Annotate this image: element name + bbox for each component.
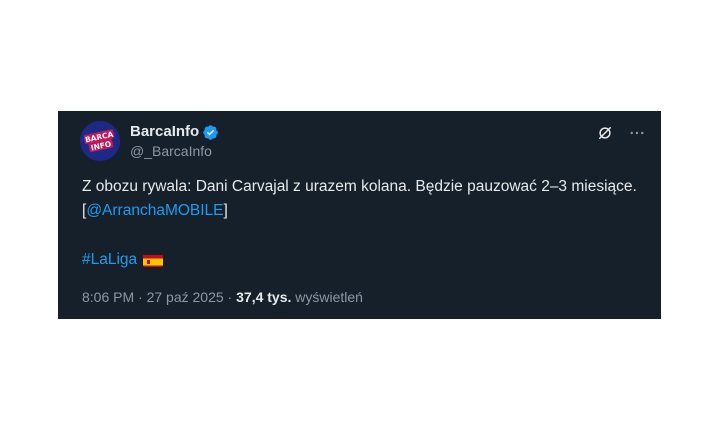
name-row: BarcaInfo bbox=[130, 123, 219, 141]
author-display-name[interactable]: BarcaInfo bbox=[130, 123, 199, 141]
spain-flag-icon bbox=[143, 253, 164, 267]
tweet-card[interactable]: BARCA INFO BarcaInfo @_BarcaInfo Z obozu… bbox=[58, 111, 661, 319]
author-handle[interactable]: @_BarcaInfo bbox=[130, 142, 219, 160]
tweet-header: BARCA INFO BarcaInfo @_BarcaInfo bbox=[80, 121, 647, 165]
barca-info-logo-icon: BARCA INFO bbox=[80, 121, 120, 161]
hashtag-link[interactable]: #LaLiga bbox=[82, 248, 137, 272]
tweet-text: Z obozu rywala: Dani Carvajal z urazem k… bbox=[82, 175, 642, 223]
grok-icon[interactable] bbox=[595, 123, 615, 143]
header-actions bbox=[595, 123, 647, 143]
tweet-time[interactable]: 8:06 PM bbox=[82, 289, 134, 305]
tweet-date[interactable]: 27 paź 2025 bbox=[147, 289, 224, 305]
meta-separator: · bbox=[223, 289, 237, 305]
hashtag-line: #LaLiga bbox=[82, 248, 164, 272]
mention-link[interactable]: @ArranchaMOBILE bbox=[86, 202, 223, 219]
more-icon[interactable] bbox=[627, 123, 647, 143]
verified-badge-icon[interactable] bbox=[202, 124, 219, 141]
meta-separator: · bbox=[134, 289, 147, 305]
avatar[interactable]: BARCA INFO bbox=[80, 121, 120, 161]
views-count[interactable]: 37,4 tys. bbox=[236, 289, 291, 305]
author-names: BarcaInfo @_BarcaInfo bbox=[130, 123, 219, 160]
tweet-meta: 8:06 PM · 27 paź 2025 · 37,4 tys. wyświe… bbox=[82, 288, 363, 306]
views-label: wyświetleń bbox=[291, 289, 363, 305]
tweet-text-suffix: ] bbox=[223, 202, 228, 219]
